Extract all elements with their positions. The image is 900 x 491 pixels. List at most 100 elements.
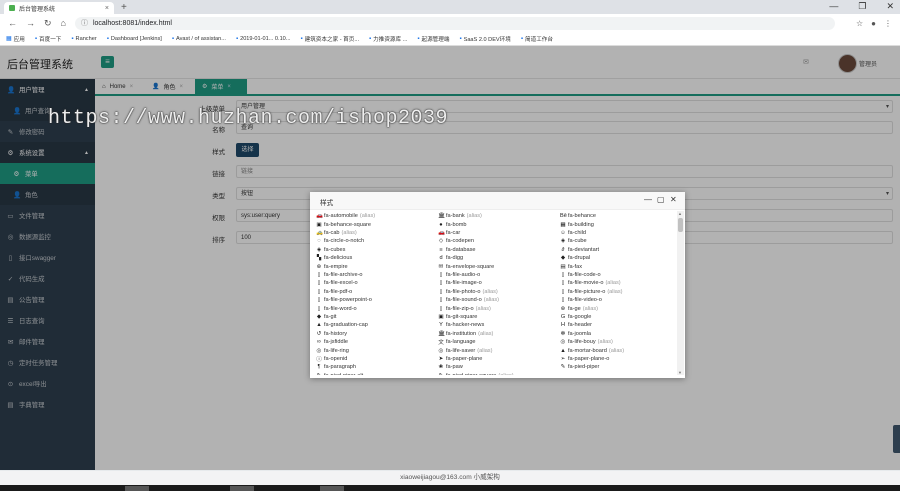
- icon-option[interactable]: 🚗 fa-car: [438, 229, 560, 237]
- icon-option[interactable]: ⓘ fa-openid: [316, 355, 438, 363]
- bookmark-item[interactable]: ▪ 百度一下: [35, 35, 62, 43]
- bookmark-item[interactable]: ▪ 起源管理端: [417, 35, 449, 43]
- icon-option[interactable]: ▲ fa-mortar-board (alias): [560, 346, 676, 354]
- reload-icon[interactable]: ↻: [44, 18, 52, 29]
- icon-option[interactable]: Bē fa-behance: [560, 212, 676, 220]
- bookmark-item[interactable]: ▪ Dashboard [Jenkins]: [107, 36, 162, 42]
- icon-option-label: fa-file-word-o: [324, 305, 357, 312]
- bookmark-item[interactable]: ▪ 力推资源库 ...: [369, 35, 407, 43]
- icon-option[interactable]: ▲ fa-graduation-cap: [316, 321, 438, 329]
- icon-option[interactable]: ◈ fa-cubes: [316, 246, 438, 254]
- icon-option[interactable]: ◎ fa-life-ring: [316, 346, 438, 354]
- icon-option[interactable]: ◈ fa-cube: [560, 237, 676, 245]
- scroll-down-icon[interactable]: ▼: [678, 370, 682, 375]
- icon-option[interactable]: ✎fa-pied-piper-alt: [316, 372, 438, 375]
- icon-option[interactable]: ☺ fa-child: [560, 229, 676, 237]
- scroll-up-icon[interactable]: ▲: [678, 211, 682, 216]
- icon-option[interactable]: ▯ fa-file-movie-o (alias): [560, 279, 676, 287]
- icon-option[interactable]: ¶ fa-paragraph: [316, 363, 438, 371]
- icon-option[interactable]: d fa-digg: [438, 254, 560, 262]
- maximize-icon[interactable]: ▢: [657, 195, 665, 204]
- icon-option[interactable]: ▯ fa-file-video-o: [560, 296, 676, 304]
- icon-option[interactable]: 文 fa-language: [438, 338, 560, 346]
- icon-option[interactable]: ▯ fa-file-picture-o (alias): [560, 288, 676, 296]
- icon-option[interactable]: ✎ fa-pied-piper: [560, 363, 676, 371]
- icon-option[interactable]: 🚗 fa-automobile (alias): [316, 212, 438, 220]
- icon-option[interactable]: ▯ fa-file-word-o: [316, 304, 438, 312]
- icon-option[interactable]: Hfa-header: [560, 321, 676, 329]
- icon-option[interactable]: ❀ fa-paw: [438, 363, 560, 371]
- icon-option[interactable]: ∞ fa-jsfiddle: [316, 338, 438, 346]
- icon-option[interactable]: ◎ fa-life-saver (alias): [438, 346, 560, 354]
- icon-option[interactable]: ▯ fa-file-photo-o (alias): [438, 288, 560, 296]
- icon-option[interactable]: ▯ fa-file-archive-o: [316, 271, 438, 279]
- icon-option[interactable]: ▯ fa-file-powerpoint-o: [316, 296, 438, 304]
- close-tab-icon[interactable]: ×: [105, 5, 109, 12]
- bookmark-item[interactable]: ▪ Avast / of assistan...: [172, 36, 226, 42]
- file-word-o-icon: ▯: [317, 305, 321, 312]
- minimize-icon[interactable]: —: [644, 195, 652, 204]
- icon-option[interactable]: ∂ fa-deviantart: [560, 246, 676, 254]
- icon-option[interactable]: ✎fa-pied-piper-square(alias): [438, 372, 560, 375]
- forward-icon[interactable]: →: [26, 18, 35, 28]
- icon-option[interactable]: ➢ fa-paper-plane-o: [560, 355, 676, 363]
- side-widget[interactable]: [893, 425, 900, 453]
- close-window-icon[interactable]: ✕: [886, 1, 894, 12]
- browser-tab[interactable]: 后台管理系统 ×: [4, 2, 114, 14]
- bookmark-item[interactable]: ▪ 2019-01-01... 0.10...: [236, 36, 291, 42]
- icon-option-label: fa-paragraph: [324, 364, 357, 371]
- apps-icon: ▦: [6, 36, 12, 42]
- icon-option[interactable]: ➤ fa-paper-plane: [438, 355, 560, 363]
- icon-option[interactable]: ● fa-bomb: [438, 220, 560, 228]
- icon-option[interactable]: ▯ fa-file-pdf-o: [316, 288, 438, 296]
- icon-option[interactable]: 🏛 fa-institution (alias): [438, 330, 560, 338]
- account-icon[interactable]: ●: [871, 19, 876, 28]
- star-icon[interactable]: ☆: [856, 19, 863, 28]
- icon-option[interactable]: ▯ fa-file-code-o: [560, 271, 676, 279]
- bookmark-item[interactable]: ▪ SaaS 2.0 DEV环境: [459, 35, 510, 43]
- icon-option[interactable]: ▯ fa-file-image-o: [438, 279, 560, 287]
- icon-option[interactable]: ≡ fa-database: [438, 246, 560, 254]
- taskbar-item[interactable]: [230, 486, 254, 491]
- icon-option[interactable]: ⊛ fa-empire: [316, 262, 438, 270]
- icon-option[interactable]: ◆ fa-drupal: [560, 254, 676, 262]
- icon-option[interactable]: ▦ fa-building: [560, 220, 676, 228]
- icon-option[interactable]: ◆ fa-git: [316, 313, 438, 321]
- back-icon[interactable]: ←: [8, 18, 17, 28]
- icon-option[interactable]: ▯ fa-file-zip-o (alias): [438, 304, 560, 312]
- icon-option[interactable]: ↺ fa-history: [316, 330, 438, 338]
- maximize-window-icon[interactable]: ❐: [858, 1, 866, 12]
- icon-option[interactable]: ◌ fa-circle-o-notch: [316, 237, 438, 245]
- icon-option[interactable]: 🚕 fa-cab (alias): [316, 229, 438, 237]
- new-tab-icon[interactable]: +: [121, 2, 127, 13]
- scrollbar[interactable]: ▲ ▼: [677, 211, 684, 375]
- taskbar-item[interactable]: [125, 486, 149, 491]
- icon-option[interactable]: ▯ fa-file-audio-o: [438, 271, 560, 279]
- bookmark-item[interactable]: ▦ 应用: [6, 35, 25, 43]
- icon-option[interactable]: ✻ fa-joomla: [560, 330, 676, 338]
- icon-option[interactable]: ◇ fa-codepen: [438, 237, 560, 245]
- icon-option[interactable]: ▯ fa-file-excel-o: [316, 279, 438, 287]
- icon-option[interactable]: ◎ fa-life-bouy (alias): [560, 338, 676, 346]
- more-icon[interactable]: ⋮: [884, 19, 892, 28]
- icon-option[interactable]: ▚ fa-delicious: [316, 254, 438, 262]
- taskbar-item[interactable]: [320, 486, 344, 491]
- icon-option[interactable]: 🏛 fa-bank (alias): [438, 212, 560, 220]
- home-icon[interactable]: ⌂: [61, 18, 66, 28]
- scroll-thumb[interactable]: [678, 218, 683, 232]
- icon-option[interactable]: Yfa-hacker-news: [438, 321, 560, 329]
- minimize-window-icon[interactable]: —: [829, 1, 838, 12]
- bookmark-item[interactable]: ▪ 建筑资本之家 - 首页...: [300, 35, 359, 43]
- icon-option[interactable]: ▤ fa-fax: [560, 262, 676, 270]
- icon-option[interactable]: ✉ fa-envelope-square: [438, 262, 560, 270]
- bookmark-item[interactable]: ▪ Rancher: [71, 36, 96, 42]
- icon-option[interactable]: ▣ fa-behance-square: [316, 220, 438, 228]
- bookmark-item[interactable]: ▪ 简道工作台: [521, 35, 553, 43]
- icon-option[interactable]: ▣ fa-git-square: [438, 313, 560, 321]
- close-icon[interactable]: ✕: [670, 195, 677, 204]
- icon-option[interactable]: ⊛ fa-ge (alias): [560, 304, 676, 312]
- icon-option[interactable]: Gfa-google: [560, 313, 676, 321]
- bookmark-icon: ▪: [71, 35, 74, 42]
- icon-option[interactable]: ▯ fa-file-sound-o (alias): [438, 296, 560, 304]
- url-field[interactable]: ⓘ localhost:8081/index.html: [74, 16, 835, 30]
